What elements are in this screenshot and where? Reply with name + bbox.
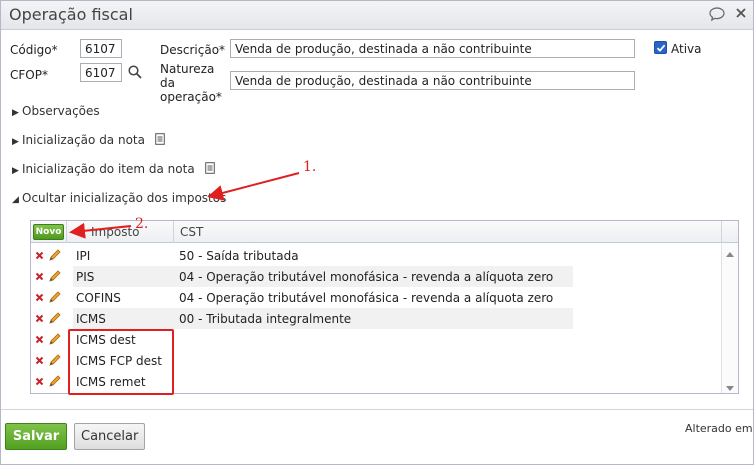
pencil-icon[interactable]	[48, 290, 62, 307]
pencil-icon[interactable]	[48, 269, 62, 286]
natureza-label-line1: Natureza	[160, 62, 215, 76]
section-inicializacao-nota[interactable]: ▶ Inicialização da nota	[12, 133, 165, 148]
section-observacoes[interactable]: ▶ Observações	[12, 104, 100, 118]
cell-cst: 04 - Operação tributável monofásica - re…	[179, 291, 554, 305]
delete-icon[interactable]	[35, 312, 44, 326]
cell-imposto: COFINS	[76, 291, 121, 305]
salvar-button[interactable]: Salvar	[5, 423, 67, 450]
table-row[interactable]: PIS 04 - Operação tributável monofásica …	[31, 266, 721, 287]
comment-icon[interactable]	[709, 7, 725, 24]
section-ocultar-impostos-label: Ocultar inicialização dos impostos	[22, 191, 227, 205]
section-inicializacao-item[interactable]: ▶ Inicialização do item da nota	[12, 162, 215, 177]
pencil-icon[interactable]	[48, 374, 62, 391]
header-separator	[721, 221, 722, 243]
delete-icon[interactable]	[35, 354, 44, 368]
caret-right-icon: ▶	[12, 137, 19, 147]
codigo-label: Código*	[10, 43, 58, 57]
descricao-label: Descrição*	[160, 43, 226, 57]
ativa-label: Ativa	[671, 42, 702, 56]
document-icon	[155, 133, 165, 148]
delete-icon[interactable]	[35, 375, 44, 389]
table-row[interactable]: ICMS 00 - Tributada integralmente	[31, 308, 721, 329]
cell-cst: 04 - Operação tributável monofásica - re…	[179, 270, 554, 284]
column-header-imposto[interactable]: Imposto	[91, 225, 140, 239]
highlight-box	[68, 329, 174, 395]
delete-icon[interactable]	[35, 249, 44, 263]
alterado-em-label: Alterado em	[685, 422, 753, 435]
annotation-step2: 2.	[135, 216, 149, 232]
pencil-icon[interactable]	[48, 353, 62, 370]
title-bar: Operação fiscal	[1, 1, 753, 30]
pencil-icon[interactable]	[48, 248, 62, 265]
operacao-fiscal-dialog: Operação fiscal Código* CFOP* Descrição*…	[0, 0, 754, 465]
table-row[interactable]: COFINS 04 - Operação tributável monofási…	[31, 287, 721, 308]
cell-cst: 00 - Tributada integralmente	[179, 312, 352, 326]
cell-imposto: IPI	[76, 249, 91, 263]
natureza-input[interactable]	[230, 71, 635, 90]
scroll-up-icon[interactable]	[726, 248, 734, 257]
pencil-icon[interactable]	[48, 332, 62, 349]
natureza-label-line3: operação*	[160, 90, 222, 104]
cfop-input[interactable]	[80, 63, 122, 82]
caret-right-icon: ▶	[12, 108, 19, 118]
delete-icon[interactable]	[35, 291, 44, 305]
grid-scrollbar[interactable]	[721, 243, 738, 393]
natureza-label-line2: da	[160, 76, 175, 90]
descricao-input[interactable]	[230, 39, 635, 58]
caret-right-icon: ▶	[12, 166, 19, 176]
caret-down-icon: ◢	[12, 195, 19, 205]
header-separator	[173, 221, 174, 243]
window-title: Operação fiscal	[9, 5, 133, 24]
column-header-cst[interactable]: CST	[180, 225, 203, 239]
section-ocultar-impostos[interactable]: ◢ Ocultar inicialização dos impostos	[12, 191, 226, 205]
search-icon[interactable]	[127, 64, 145, 82]
cell-imposto: PIS	[76, 270, 95, 284]
document-icon	[204, 162, 215, 177]
ativa-checkbox[interactable]	[654, 41, 667, 54]
header-separator	[66, 221, 67, 243]
close-icon[interactable]	[735, 7, 747, 22]
footer-divider	[1, 409, 753, 410]
scroll-down-icon[interactable]	[726, 381, 734, 391]
delete-icon[interactable]	[35, 270, 44, 284]
table-row[interactable]: IPI 50 - Saída tributada	[31, 245, 721, 266]
novo-button[interactable]: Novo	[33, 224, 64, 240]
pencil-icon[interactable]	[48, 311, 62, 328]
codigo-input[interactable]	[80, 39, 122, 58]
section-observacoes-label: Observações	[22, 104, 100, 118]
delete-icon[interactable]	[35, 333, 44, 347]
cfop-label: CFOP*	[10, 68, 48, 82]
cell-cst: 50 - Saída tributada	[179, 249, 299, 263]
cancelar-button[interactable]: Cancelar	[74, 423, 145, 450]
cell-imposto: ICMS	[76, 312, 106, 326]
section-inicializacao-nota-label: Inicialização da nota	[22, 133, 145, 147]
annotation-step1: 1.	[303, 159, 317, 175]
section-inicializacao-item-label: Inicialização do item da nota	[22, 162, 195, 176]
